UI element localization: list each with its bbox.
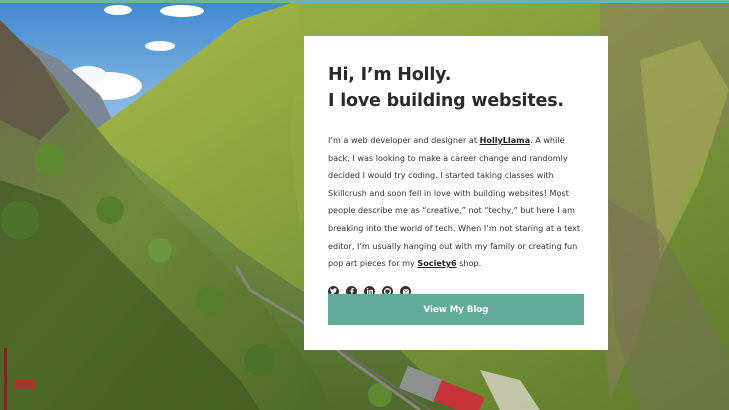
page: Hi, I’m Holly. I love building websites.… — [0, 0, 729, 410]
headline-line-2: I love building websites. — [328, 91, 564, 111]
headline-line-1: Hi, I’m Holly. — [328, 65, 452, 85]
view-blog-button[interactable]: View My Blog — [328, 294, 584, 325]
page-title: Hi, I’m Holly. I love building websites. — [328, 62, 584, 114]
bio-text-2: . A while back, I was looking to make a … — [328, 135, 581, 269]
bio-paragraph: I’m a web developer and designer at Holl… — [328, 132, 584, 273]
hollyllama-link[interactable]: HollyLlama — [480, 135, 530, 145]
intro-card: Hi, I’m Holly. I love building websites.… — [304, 36, 608, 350]
bio-text-3: shop. — [456, 258, 482, 269]
top-accent-stripe — [0, 0, 729, 3]
bio-text-1: I’m a web developer and designer at — [328, 135, 480, 145]
society6-link[interactable]: Society6 — [417, 258, 456, 268]
